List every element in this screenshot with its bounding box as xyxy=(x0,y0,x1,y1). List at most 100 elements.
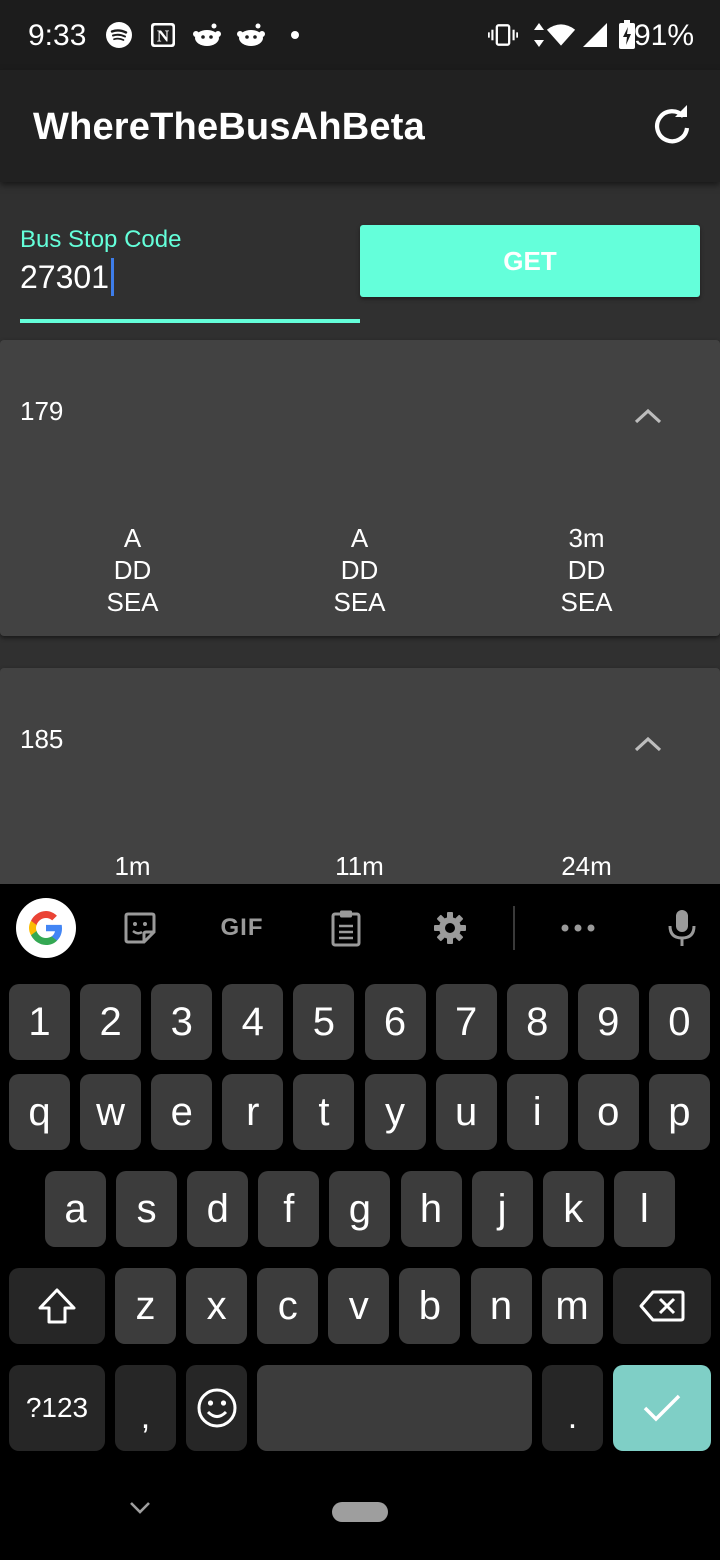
wifi-icon xyxy=(546,18,576,52)
bus-stop-code-field[interactable]: Bus Stop Code 27301 xyxy=(20,226,360,324)
app-bar: WhereTheBusAhBeta xyxy=(0,70,720,182)
spotify-icon xyxy=(104,18,134,52)
clipboard-icon[interactable] xyxy=(326,902,366,954)
gif-button[interactable]: GIF xyxy=(214,902,270,954)
checkmark-icon xyxy=(643,1394,681,1422)
google-icon[interactable] xyxy=(16,898,76,958)
key-m[interactable]: m xyxy=(541,1268,603,1344)
service-route-number: 179 xyxy=(20,396,64,426)
emoji-icon xyxy=(197,1388,236,1428)
key-8[interactable]: 8 xyxy=(506,984,568,1060)
arrival-slot: 24m xyxy=(473,850,700,882)
service-route-number: 185 xyxy=(20,724,64,754)
key-1[interactable]: 1 xyxy=(9,984,70,1060)
status-bar: 9:33 N 91% xyxy=(0,0,720,70)
key-e[interactable]: e xyxy=(151,1074,213,1150)
bus-stop-code-value: 27301 xyxy=(20,258,109,295)
key-y[interactable]: y xyxy=(364,1074,426,1150)
key-6[interactable]: 6 xyxy=(364,984,426,1060)
chevron-up-icon[interactable] xyxy=(632,734,664,754)
service-card[interactable]: 179 A DD SEA A DD SEA 3m DD SEA xyxy=(0,340,720,636)
bus-type: DD xyxy=(113,555,152,585)
arrival-slot: 3m DD SEA xyxy=(473,522,700,618)
key-s[interactable]: s xyxy=(116,1171,178,1247)
dot-icon xyxy=(280,18,310,52)
symbols-key[interactable]: ?123 xyxy=(9,1365,105,1451)
emoji-key[interactable] xyxy=(186,1365,247,1451)
period-key[interactable]: . xyxy=(542,1365,603,1451)
bus-type: DD xyxy=(340,555,379,585)
arrival-time: 24m xyxy=(561,851,612,881)
arrival-slot: 11m xyxy=(246,850,473,882)
key-4[interactable]: 4 xyxy=(222,984,284,1060)
notion-icon: N xyxy=(148,18,178,52)
toolbar-divider xyxy=(513,906,515,950)
sticker-icon[interactable] xyxy=(118,902,162,954)
arrival-time: A xyxy=(350,523,369,553)
battery-percent: 91% xyxy=(633,19,694,52)
settings-icon[interactable] xyxy=(430,902,470,954)
comma-key[interactable]: , xyxy=(115,1365,176,1451)
mic-icon[interactable] xyxy=(662,902,702,954)
arrival-slot: A DD SEA xyxy=(19,522,246,618)
text-caret xyxy=(110,258,114,296)
keyboard-toolbar: GIF xyxy=(0,884,720,972)
backspace-key[interactable] xyxy=(613,1268,711,1344)
refresh-icon[interactable] xyxy=(650,104,694,148)
key-b[interactable]: b xyxy=(399,1268,461,1344)
key-d[interactable]: d xyxy=(187,1171,249,1247)
key-5[interactable]: 5 xyxy=(293,984,355,1060)
key-l[interactable]: l xyxy=(613,1171,675,1247)
key-0[interactable]: 0 xyxy=(648,984,710,1060)
arrival-time: 3m xyxy=(568,523,605,553)
signal-icon xyxy=(580,18,610,52)
key-q[interactable]: q xyxy=(9,1074,70,1150)
key-z[interactable]: z xyxy=(115,1268,176,1344)
bus-stop-code-label: Bus Stop Code xyxy=(20,226,182,253)
key-7[interactable]: 7 xyxy=(435,984,497,1060)
key-v[interactable]: v xyxy=(328,1268,390,1344)
key-9[interactable]: 9 xyxy=(577,984,639,1060)
keyboard: GIF 1234567890 qwertyuiop asdfghjkl zxcvbnm… xyxy=(0,884,720,1560)
key-p[interactable]: p xyxy=(648,1074,710,1150)
bus-stop-code-input[interactable]: 27301 xyxy=(20,258,114,296)
chevron-up-icon[interactable] xyxy=(632,406,664,426)
svg-text:N: N xyxy=(157,27,170,46)
space-key[interactable] xyxy=(257,1365,532,1451)
key-a[interactable]: a xyxy=(45,1171,106,1247)
key-t[interactable]: t xyxy=(293,1074,355,1150)
status-time: 9:33 xyxy=(28,19,87,52)
key-2[interactable]: 2 xyxy=(80,984,142,1060)
key-w[interactable]: w xyxy=(80,1074,142,1150)
vibrate-icon xyxy=(488,18,518,52)
more-icon[interactable] xyxy=(558,902,598,954)
bus-load: SEA xyxy=(106,587,159,617)
key-o[interactable]: o xyxy=(577,1074,639,1150)
key-k[interactable]: k xyxy=(542,1171,604,1247)
bus-type: DD xyxy=(567,555,606,585)
key-j[interactable]: j xyxy=(471,1171,533,1247)
backspace-icon xyxy=(639,1290,685,1322)
chevron-down-icon[interactable] xyxy=(128,1500,152,1516)
bus-load: SEA xyxy=(560,587,613,617)
bus-load: SEA xyxy=(333,587,386,617)
shift-key[interactable] xyxy=(9,1268,105,1344)
home-pill[interactable] xyxy=(332,1502,388,1522)
key-i[interactable]: i xyxy=(506,1074,568,1150)
key-f[interactable]: f xyxy=(258,1171,320,1247)
arrival-time: A xyxy=(123,523,142,553)
key-r[interactable]: r xyxy=(222,1074,284,1150)
get-button[interactable]: GET xyxy=(360,225,700,297)
key-n[interactable]: n xyxy=(470,1268,532,1344)
arrival-slot: 1m xyxy=(19,850,246,882)
key-3[interactable]: 3 xyxy=(151,984,213,1060)
arrival-time: 1m xyxy=(114,851,151,881)
key-g[interactable]: g xyxy=(329,1171,391,1247)
key-c[interactable]: c xyxy=(257,1268,319,1344)
key-h[interactable]: h xyxy=(400,1171,462,1247)
enter-key[interactable] xyxy=(613,1365,711,1451)
key-u[interactable]: u xyxy=(435,1074,497,1150)
shift-icon xyxy=(38,1288,76,1324)
arrival-time: 11m xyxy=(335,851,384,881)
key-x[interactable]: x xyxy=(186,1268,248,1344)
